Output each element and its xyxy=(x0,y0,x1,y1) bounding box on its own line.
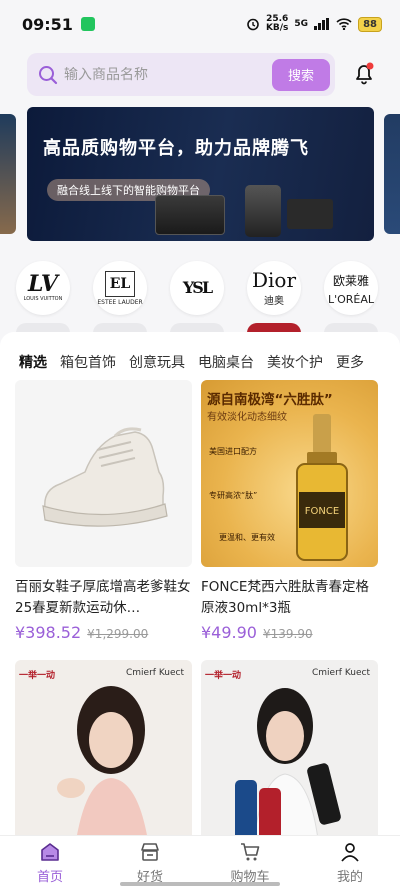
home-icon xyxy=(41,842,59,861)
sneaker-image xyxy=(42,427,168,527)
brand-estee-lauder[interactable]: EL ESTEE LAUDER xyxy=(93,261,147,315)
alarm-icon xyxy=(247,18,259,31)
product-card[interactable]: 源自南极湾“六胜肽” 有效淡化动态细纹 美国进口配方 专研高浓“肽” 更温和、更… xyxy=(201,380,378,642)
network-speed: 25.6 KB/s xyxy=(266,15,288,33)
tab-featured[interactable]: 精选 xyxy=(19,352,47,372)
brand-name: 迪奥 xyxy=(264,295,284,307)
brand-louis-vuitton[interactable]: LV LOUIS VUITTON xyxy=(16,261,70,315)
banner-prev-peek[interactable] xyxy=(0,114,16,234)
brand-dior[interactable]: Dior 迪奥 xyxy=(247,261,301,315)
app-screen: 09:51 25.6 KB/s 5G 88 搜索 高品质购物平台，助力品牌腾飞 … xyxy=(0,0,400,889)
wifi-icon xyxy=(336,18,352,30)
brand-ysl[interactable]: YSL xyxy=(170,261,224,315)
product-price: ¥398.52 xyxy=(15,623,82,642)
banner-device-image xyxy=(155,195,225,235)
product-image: 一举一动 Cmierf Kuect xyxy=(15,660,192,847)
search-input[interactable] xyxy=(64,66,272,83)
search-icon xyxy=(39,65,58,84)
tab-computer-desk[interactable]: 电脑桌台 xyxy=(198,352,254,372)
brand-loreal[interactable]: 欧莱雅 L'ORÉAL xyxy=(324,261,378,315)
product-name: FONCE梵西六胜肽青春定格原液30ml*3瓶 xyxy=(201,579,369,616)
banner-title: 高品质购物平台，助力品牌腾飞 xyxy=(43,138,309,159)
product-price: ¥49.90 xyxy=(201,623,257,642)
product-card[interactable]: 百丽女鞋子厚底增高老爹鞋女25春夏新款运动休… ¥398.52 ¥1,299.0… xyxy=(15,380,192,642)
banner-next-peek[interactable] xyxy=(384,114,400,234)
category-tabs: 精选 箱包首饰 创意玩具 电脑桌台 美妆个护 更多 xyxy=(19,352,364,372)
tab-beauty-care[interactable]: 美妆个护 xyxy=(267,352,323,372)
banner-device-image xyxy=(287,199,333,229)
profile-icon xyxy=(341,842,359,862)
product-image: 源自南极湾“六胜肽” 有效淡化动态细纹 美国进口配方 专研高浓“肽” 更温和、更… xyxy=(201,380,378,567)
model-with-bottles-photo xyxy=(235,688,341,847)
gesture-home-bar[interactable] xyxy=(120,882,280,886)
bottom-nav: 首页 好货 购物车 我的 xyxy=(0,835,400,889)
product-price-row: ¥49.90 ¥139.90 xyxy=(201,623,378,642)
brand-logo: YSL xyxy=(182,278,213,297)
search-button[interactable]: 搜索 xyxy=(272,58,330,91)
tab-creative-toys[interactable]: 创意玩具 xyxy=(129,352,185,372)
banner-device-image xyxy=(245,185,281,237)
wechat-notification-icon xyxy=(80,17,95,31)
status-bar: 09:51 25.6 KB/s 5G 88 xyxy=(0,0,400,48)
brand-list: LV LOUIS VUITTON EL ESTEE LAUDER YSL Dio… xyxy=(16,261,400,321)
promo-banner[interactable]: 高品质购物平台，助力品牌腾飞 融合线上线下的智能购物平台 xyxy=(27,107,374,241)
speed-unit: KB/s xyxy=(265,23,289,33)
brand-logo: 欧莱雅 xyxy=(332,273,369,288)
cart-icon xyxy=(241,842,260,860)
brand-name: L'ORÉAL xyxy=(327,292,375,306)
product-feed: 精选 箱包首饰 创意玩具 电脑桌台 美妆个护 更多 百丽女鞋子厚底增高老爹鞋女2… xyxy=(0,332,400,852)
product-original-price: ¥1,299.00 xyxy=(87,627,149,641)
brand-name: LOUIS VUITTON xyxy=(23,296,63,302)
svg-text:FONCE: FONCE xyxy=(305,506,339,517)
nav-home[interactable]: 首页 xyxy=(0,836,100,889)
status-time: 09:51 xyxy=(22,14,73,34)
product-original-price: ¥139.90 xyxy=(262,627,313,641)
network-type: 5G xyxy=(294,19,309,29)
product-image xyxy=(15,380,192,567)
brand-name: ESTEE LAUDER xyxy=(97,298,143,306)
signal-icon xyxy=(314,18,330,30)
tab-more[interactable]: 更多 xyxy=(336,352,364,372)
notification-bell-icon[interactable] xyxy=(352,61,376,85)
brand-logo: LV xyxy=(28,271,58,297)
serum-bottle-image: FONCE xyxy=(296,414,348,561)
product-image: 一举一动 Cmierf Kuect xyxy=(201,660,378,847)
status-right: 25.6 KB/s 5G 88 xyxy=(246,15,382,33)
brand-logo: Dior xyxy=(251,267,297,292)
product-price-row: ¥398.52 ¥1,299.00 xyxy=(15,623,192,642)
product-card[interactable]: 一举一动 Cmierf Kuect xyxy=(15,660,192,847)
nav-profile[interactable]: 我的 xyxy=(300,836,400,889)
battery-indicator: 88 xyxy=(358,16,382,32)
model-photo xyxy=(57,686,149,847)
nav-label: 首页 xyxy=(36,869,63,885)
search-bar: 搜索 xyxy=(27,53,382,96)
search-box: 搜索 xyxy=(27,53,335,96)
nav-label: 我的 xyxy=(336,869,363,885)
tab-bags-jewelry[interactable]: 箱包首饰 xyxy=(60,352,116,372)
brand-logo: EL xyxy=(104,270,136,297)
goods-icon xyxy=(141,842,159,861)
product-card[interactable]: 一举一动 Cmierf Kuect xyxy=(201,660,378,847)
product-name: 百丽女鞋子厚底增高老爹鞋女25春夏新款运动休… xyxy=(15,579,191,616)
